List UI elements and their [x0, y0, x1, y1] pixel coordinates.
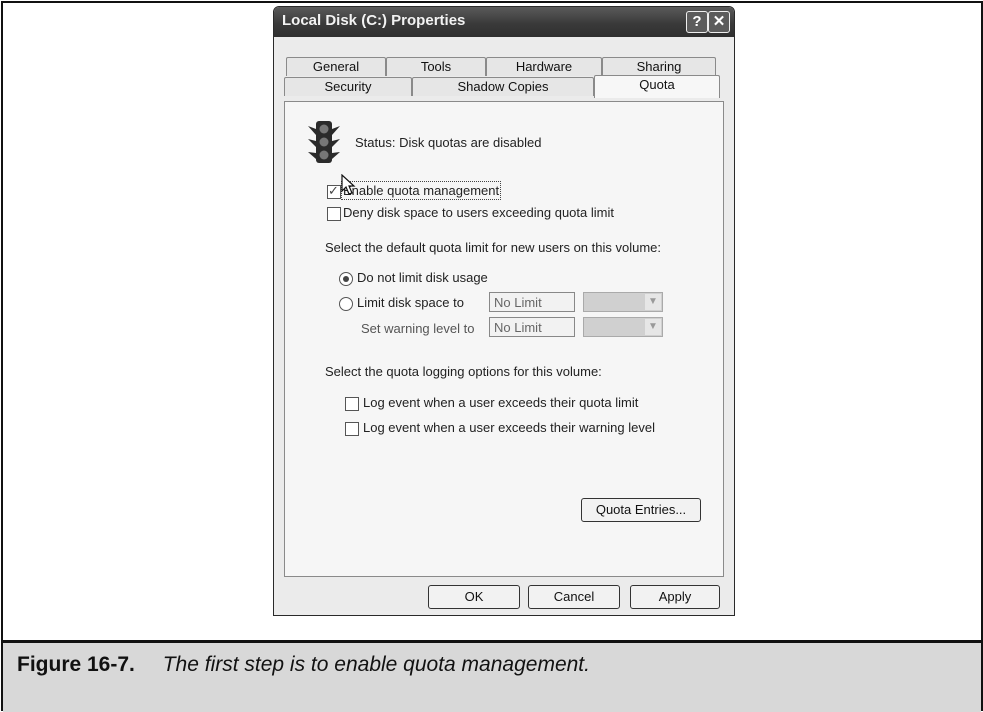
log-warning-level-label[interactable]: Log event when a user exceeds their warn… [363, 420, 655, 435]
warning-unit-select[interactable]: ▼ [583, 317, 663, 337]
figure-number: Figure 16-7. [17, 653, 135, 676]
tab-security[interactable]: Security [284, 77, 412, 96]
tab-hardware[interactable]: Hardware [486, 57, 602, 76]
cancel-button[interactable]: Cancel [528, 585, 620, 609]
deny-disk-space-label[interactable]: Deny disk space to users exceeding quota… [343, 205, 614, 220]
figure-area: Local Disk (C:) Properties ? ✕ General T… [3, 3, 981, 640]
help-button[interactable]: ? [686, 11, 708, 33]
log-warning-level-checkbox[interactable] [345, 422, 359, 436]
log-quota-limit-checkbox[interactable] [345, 397, 359, 411]
warning-value-input[interactable]: No Limit [489, 317, 575, 337]
tab-general[interactable]: General [286, 57, 386, 76]
limit-unit-select[interactable]: ▼ [583, 292, 663, 312]
figure-caption: Figure 16-7. The first step is to enable… [17, 653, 590, 677]
chevron-down-icon: ▼ [645, 319, 661, 335]
ok-button[interactable]: OK [428, 585, 520, 609]
logging-heading: Select the quota logging options for thi… [325, 364, 602, 379]
deny-disk-space-checkbox[interactable] [327, 207, 341, 221]
quota-panel: Status: Disk quotas are disabled Enable … [284, 101, 724, 577]
no-limit-label[interactable]: Do not limit disk usage [357, 270, 488, 285]
warning-level-label: Set warning level to [361, 321, 475, 336]
properties-dialog: Local Disk (C:) Properties ? ✕ General T… [273, 6, 735, 616]
close-button[interactable]: ✕ [708, 11, 730, 33]
apply-button[interactable]: Apply [630, 585, 720, 609]
limit-disk-space-radio[interactable] [339, 297, 353, 311]
quota-entries-button[interactable]: Quota Entries... [581, 498, 701, 522]
tab-tools[interactable]: Tools [386, 57, 486, 76]
tab-sharing[interactable]: Sharing [602, 57, 716, 76]
enable-quota-checkbox[interactable] [327, 183, 341, 199]
dialog-client-area: General Tools Hardware Sharing Security … [278, 37, 730, 611]
caption-band: Figure 16-7. The first step is to enable… [3, 640, 981, 712]
help-icon: ? [692, 13, 702, 30]
figure-frame: Local Disk (C:) Properties ? ✕ General T… [1, 1, 983, 712]
mouse-pointer-icon [341, 174, 356, 195]
quota-status-text: Status: Disk quotas are disabled [355, 135, 542, 150]
limit-value-input[interactable]: No Limit [489, 292, 575, 312]
title-bar[interactable]: Local Disk (C:) Properties ? ✕ [274, 7, 734, 37]
tab-shadow-copies[interactable]: Shadow Copies [412, 77, 594, 96]
tab-quota[interactable]: Quota [594, 75, 720, 98]
limit-disk-space-label[interactable]: Limit disk space to [357, 295, 464, 310]
enable-quota-label[interactable]: Enable quota management [340, 181, 502, 200]
caption-text: The first step is to enable quota manage… [162, 653, 590, 676]
chevron-down-icon: ▼ [645, 294, 661, 310]
log-quota-limit-label[interactable]: Log event when a user exceeds their quot… [363, 395, 638, 410]
default-limit-heading: Select the default quota limit for new u… [325, 240, 662, 255]
close-icon: ✕ [712, 13, 726, 30]
no-limit-radio[interactable] [339, 272, 353, 286]
window-title: Local Disk (C:) Properties [282, 12, 466, 29]
traffic-light-icon [308, 121, 340, 163]
